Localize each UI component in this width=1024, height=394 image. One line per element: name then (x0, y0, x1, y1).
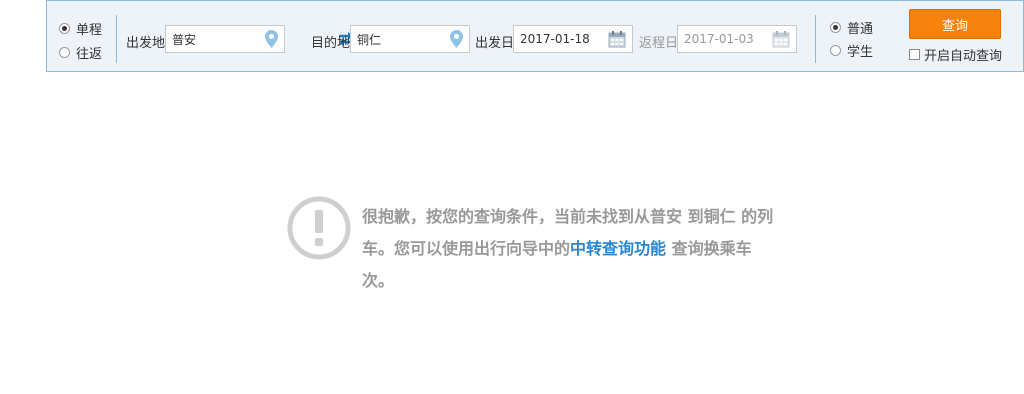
calendar-icon[interactable] (772, 30, 790, 48)
location-pin-icon[interactable] (265, 30, 278, 48)
ticket-student-radio[interactable]: 学生 (830, 41, 873, 60)
from-station-input[interactable]: 普安 (165, 25, 285, 53)
calendar-icon[interactable] (608, 30, 626, 48)
radio-dot (59, 47, 70, 58)
return-date-value: 2017-01-03 (684, 32, 754, 46)
trip-round-trip-label: 往返 (76, 47, 103, 62)
ticket-normal-radio[interactable]: 普通 (830, 18, 873, 37)
divider (116, 15, 117, 63)
from-station-value: 普安 (172, 32, 197, 47)
checkbox-box[interactable] (909, 49, 920, 60)
depart-date-input[interactable]: 2017-01-18 (513, 25, 633, 53)
depart-date-label: 出发日 (475, 36, 515, 51)
search-bar: 单程 往返 出发地 普安 目的地 铜仁 出发日 2017-01-18 返程日 2… (46, 0, 1024, 72)
auto-query-checkbox[interactable]: 开启自动查询 (909, 45, 1002, 64)
divider (815, 15, 816, 63)
query-button[interactable]: 查询 (909, 9, 1001, 39)
exclamation-circle-icon (287, 196, 351, 260)
return-date-input[interactable]: 2017-01-03 (677, 25, 797, 53)
no-results-notice: 很抱歉，按您的查询条件，当前未找到从普安 到铜仁 的列车。您可以使用出行向导中的… (286, 195, 782, 297)
trip-one-way-radio[interactable]: 单程 (59, 19, 102, 38)
depart-date-value: 2017-01-18 (520, 32, 590, 46)
radio-dot (830, 45, 841, 56)
trip-round-trip-radio[interactable]: 往返 (59, 43, 102, 62)
ticket-student-label: 学生 (847, 45, 874, 60)
transfer-query-link[interactable]: 中转查询功能 (570, 239, 666, 258)
radio-dot-checked (830, 22, 841, 33)
auto-query-label: 开启自动查询 (924, 49, 1003, 64)
from-label: 出发地 (126, 36, 166, 51)
radio-dot-checked (59, 23, 70, 34)
ticket-normal-label: 普通 (847, 22, 874, 37)
location-pin-icon[interactable] (450, 30, 463, 48)
return-date-label: 返程日 (639, 36, 679, 51)
to-station-value: 铜仁 (357, 32, 382, 47)
to-label: 目的地 (311, 36, 351, 51)
no-results-message: 很抱歉，按您的查询条件，当前未找到从普安 到铜仁 的列车。您可以使用出行向导中的… (362, 201, 782, 297)
trip-one-way-label: 单程 (76, 23, 103, 38)
to-station-input[interactable]: 铜仁 (350, 25, 470, 53)
